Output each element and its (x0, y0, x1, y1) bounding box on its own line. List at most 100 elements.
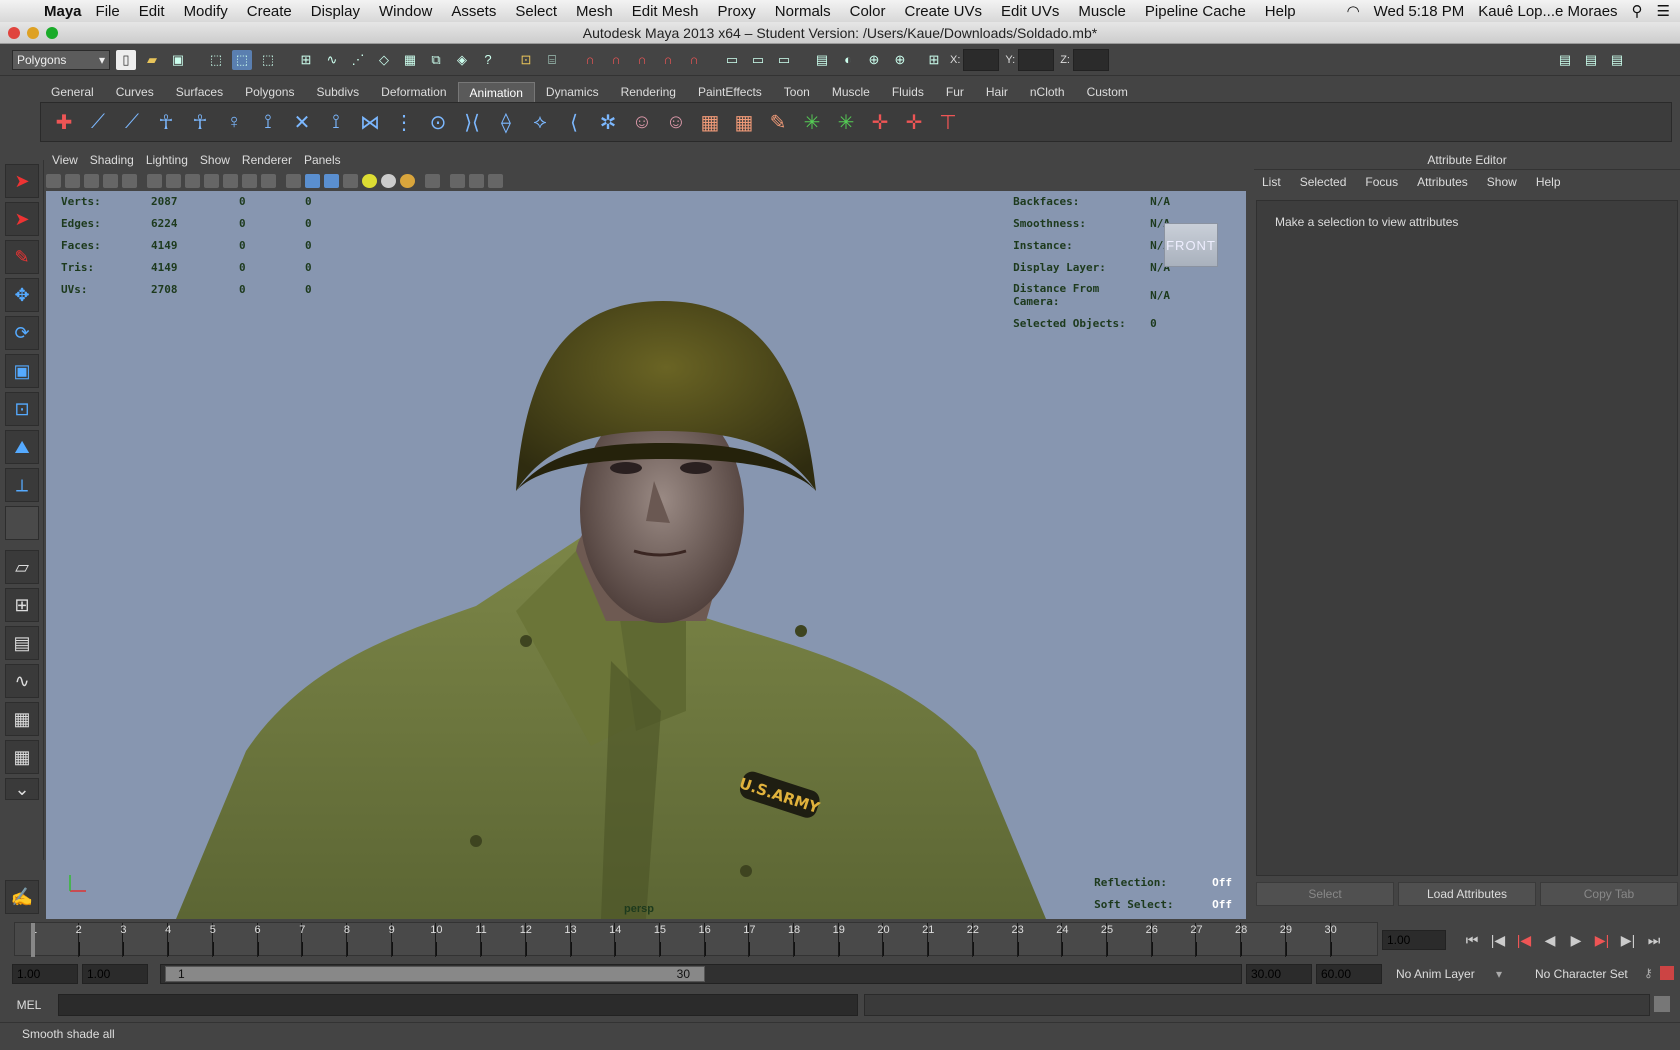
soft-mod-icon[interactable]: ⛰ (5, 430, 39, 464)
play-backwards-icon[interactable]: ◀ (1540, 932, 1560, 949)
detach-skin-icon[interactable]: ⊙ (421, 106, 455, 138)
field-chart-icon[interactable] (223, 173, 238, 188)
ik-fk-icon[interactable]: ⟠ (489, 106, 523, 138)
shelf-tab[interactable]: Dynamics (535, 82, 610, 102)
mel-input[interactable] (58, 994, 858, 1016)
all-lights-icon[interactable] (381, 173, 396, 188)
rotate-tool-icon[interactable]: ⟳ (5, 316, 39, 350)
playback-end-field[interactable] (1246, 964, 1312, 984)
menu-item[interactable]: Help (1265, 3, 1296, 20)
view-cube[interactable]: FRONT (1164, 223, 1218, 267)
render-view-icon[interactable]: ▭ (722, 50, 742, 70)
menu-item[interactable]: Display (311, 3, 360, 20)
viewport-persp[interactable]: U.S.ARMY Verts: 2087 0 0 Edges: 6224 0 0 Faces… (46, 191, 1246, 919)
absolute-transform-icon[interactable]: ⊞ (924, 50, 944, 70)
skeleton-icon[interactable]: ✲ (591, 106, 625, 138)
layout-graph-icon[interactable]: ∿ (5, 664, 39, 698)
shelf-tab[interactable]: Custom (1076, 82, 1139, 102)
menu-item[interactable]: Pipeline Cache (1145, 3, 1246, 20)
snap-point-icon[interactable]: ⋰ (348, 50, 368, 70)
z-input[interactable] (1072, 48, 1109, 71)
menu-item[interactable]: File (96, 3, 120, 20)
copy-tab-button[interactable]: Copy Tab (1540, 882, 1678, 906)
xray-joints-icon[interactable] (469, 173, 484, 188)
shelf-tab[interactable]: Polygons (234, 82, 305, 102)
scale-key-icon[interactable]: ⊤ (931, 106, 965, 138)
select-button[interactable]: Select (1256, 882, 1394, 906)
lattice-icon[interactable]: ▦ (693, 106, 727, 138)
magnet-point-icon[interactable]: ∩ (632, 50, 652, 70)
show-manip-icon[interactable]: ⟂ (5, 468, 39, 502)
select-by-name-icon[interactable]: ⌸ (542, 50, 562, 70)
shelf-tab[interactable]: PaintEffects (687, 82, 773, 102)
panel-menu-item[interactable]: Shading (90, 150, 134, 170)
magnet-icon[interactable]: ∩ (580, 50, 600, 70)
attribute-editor-toggle-icon[interactable]: ▤ (1555, 50, 1575, 70)
x-input[interactable] (963, 48, 1000, 71)
paint-select-icon[interactable]: ✎ (5, 240, 39, 274)
wireframe-icon[interactable] (286, 173, 301, 188)
panel-menu-item[interactable]: View (52, 150, 78, 170)
face-blend-icon[interactable]: ☺ (625, 106, 659, 138)
y-input[interactable] (1018, 48, 1055, 71)
menu-item[interactable]: Select (515, 3, 557, 20)
channel-box-toggle-icon[interactable]: ▤ (1607, 50, 1627, 70)
wire-on-shaded-icon[interactable] (324, 173, 339, 188)
panel-menu-item[interactable]: Show (200, 150, 230, 170)
human-ik-icon[interactable]: ☥ (183, 106, 217, 138)
layout-single-icon[interactable]: ▱ (5, 550, 39, 584)
user-name[interactable]: Kauê Lop...e Moraes (1478, 3, 1617, 20)
camera-attr-icon[interactable] (65, 173, 80, 188)
menu-item[interactable]: Edit (139, 3, 165, 20)
film-gate-icon[interactable] (166, 173, 181, 188)
attr-menu-item[interactable]: Help (1536, 175, 1561, 189)
range-slider-handle[interactable]: 1 30 (165, 966, 705, 982)
menu-item[interactable]: Muscle (1078, 3, 1126, 20)
spotlight-icon[interactable]: ⚲ (1632, 2, 1643, 20)
close-window-button[interactable] (8, 27, 20, 39)
magnet-curve-icon[interactable]: ∩ (606, 50, 626, 70)
menu-item[interactable]: Window (379, 3, 432, 20)
menu-item[interactable]: Color (850, 3, 886, 20)
move-tool-icon[interactable]: ✥ (5, 278, 39, 312)
current-time-indicator[interactable] (31, 923, 35, 957)
app-name-menu[interactable]: Maya (44, 3, 82, 20)
animation-start-field[interactable] (12, 964, 78, 984)
universal-manip-icon[interactable]: ⊡ (5, 392, 39, 426)
render-frame-icon[interactable]: ▭ (748, 50, 768, 70)
layout-hypershade-icon[interactable]: ▦ (5, 702, 39, 736)
select-hierarchy-icon[interactable]: ⬚ (206, 50, 226, 70)
cluster-icon[interactable]: ▦ (727, 106, 761, 138)
insert-joint-icon[interactable]: ✕ (285, 106, 319, 138)
render-settings-icon[interactable]: ▤ (812, 50, 832, 70)
camera-icon[interactable] (46, 173, 61, 188)
panel-menu-item[interactable]: Panels (304, 150, 341, 170)
attr-menu-item[interactable]: Focus (1365, 175, 1398, 189)
step-back-frame-icon[interactable]: |◀ (1488, 932, 1508, 949)
xray-icon[interactable] (450, 173, 465, 188)
load-attributes-button[interactable]: Load Attributes (1398, 882, 1536, 906)
transform-input-icon[interactable]: ⊕ (890, 50, 910, 70)
tool-settings-toggle-icon[interactable]: ▤ (1581, 50, 1601, 70)
mirror-joint-icon[interactable]: ⟟ (319, 106, 353, 138)
shelf-tab[interactable]: Deformation (370, 82, 457, 102)
zoom-window-button[interactable] (46, 27, 58, 39)
play-forwards-icon[interactable]: ▶ (1566, 932, 1586, 949)
locator-key-icon[interactable]: ✳ (829, 106, 863, 138)
layout-four-icon[interactable]: ⊞ (5, 588, 39, 622)
select-component-icon[interactable]: ⬚ (258, 50, 278, 70)
select-tool-icon[interactable]: ➤ (5, 164, 39, 198)
snap-grid-icon[interactable]: ⊞ (296, 50, 316, 70)
playback-start-field[interactable] (82, 964, 148, 984)
attr-menu-item[interactable]: Show (1487, 175, 1517, 189)
anim-layer-dropdown[interactable]: No Anim Layer ▾ (1392, 964, 1502, 984)
attr-menu-item[interactable]: List (1262, 175, 1281, 189)
magnet-view-icon[interactable]: ∩ (658, 50, 678, 70)
step-forward-frame-icon[interactable]: ▶| (1618, 932, 1638, 949)
gate-mask-icon[interactable] (204, 173, 219, 188)
shelf-tab[interactable]: Hair (975, 82, 1019, 102)
menu-item[interactable]: Create (247, 3, 292, 20)
image-plane-icon[interactable] (103, 173, 118, 188)
layout-custom-icon[interactable]: ▦ (5, 740, 39, 774)
full-body-ik-icon[interactable]: ☥ (149, 106, 183, 138)
